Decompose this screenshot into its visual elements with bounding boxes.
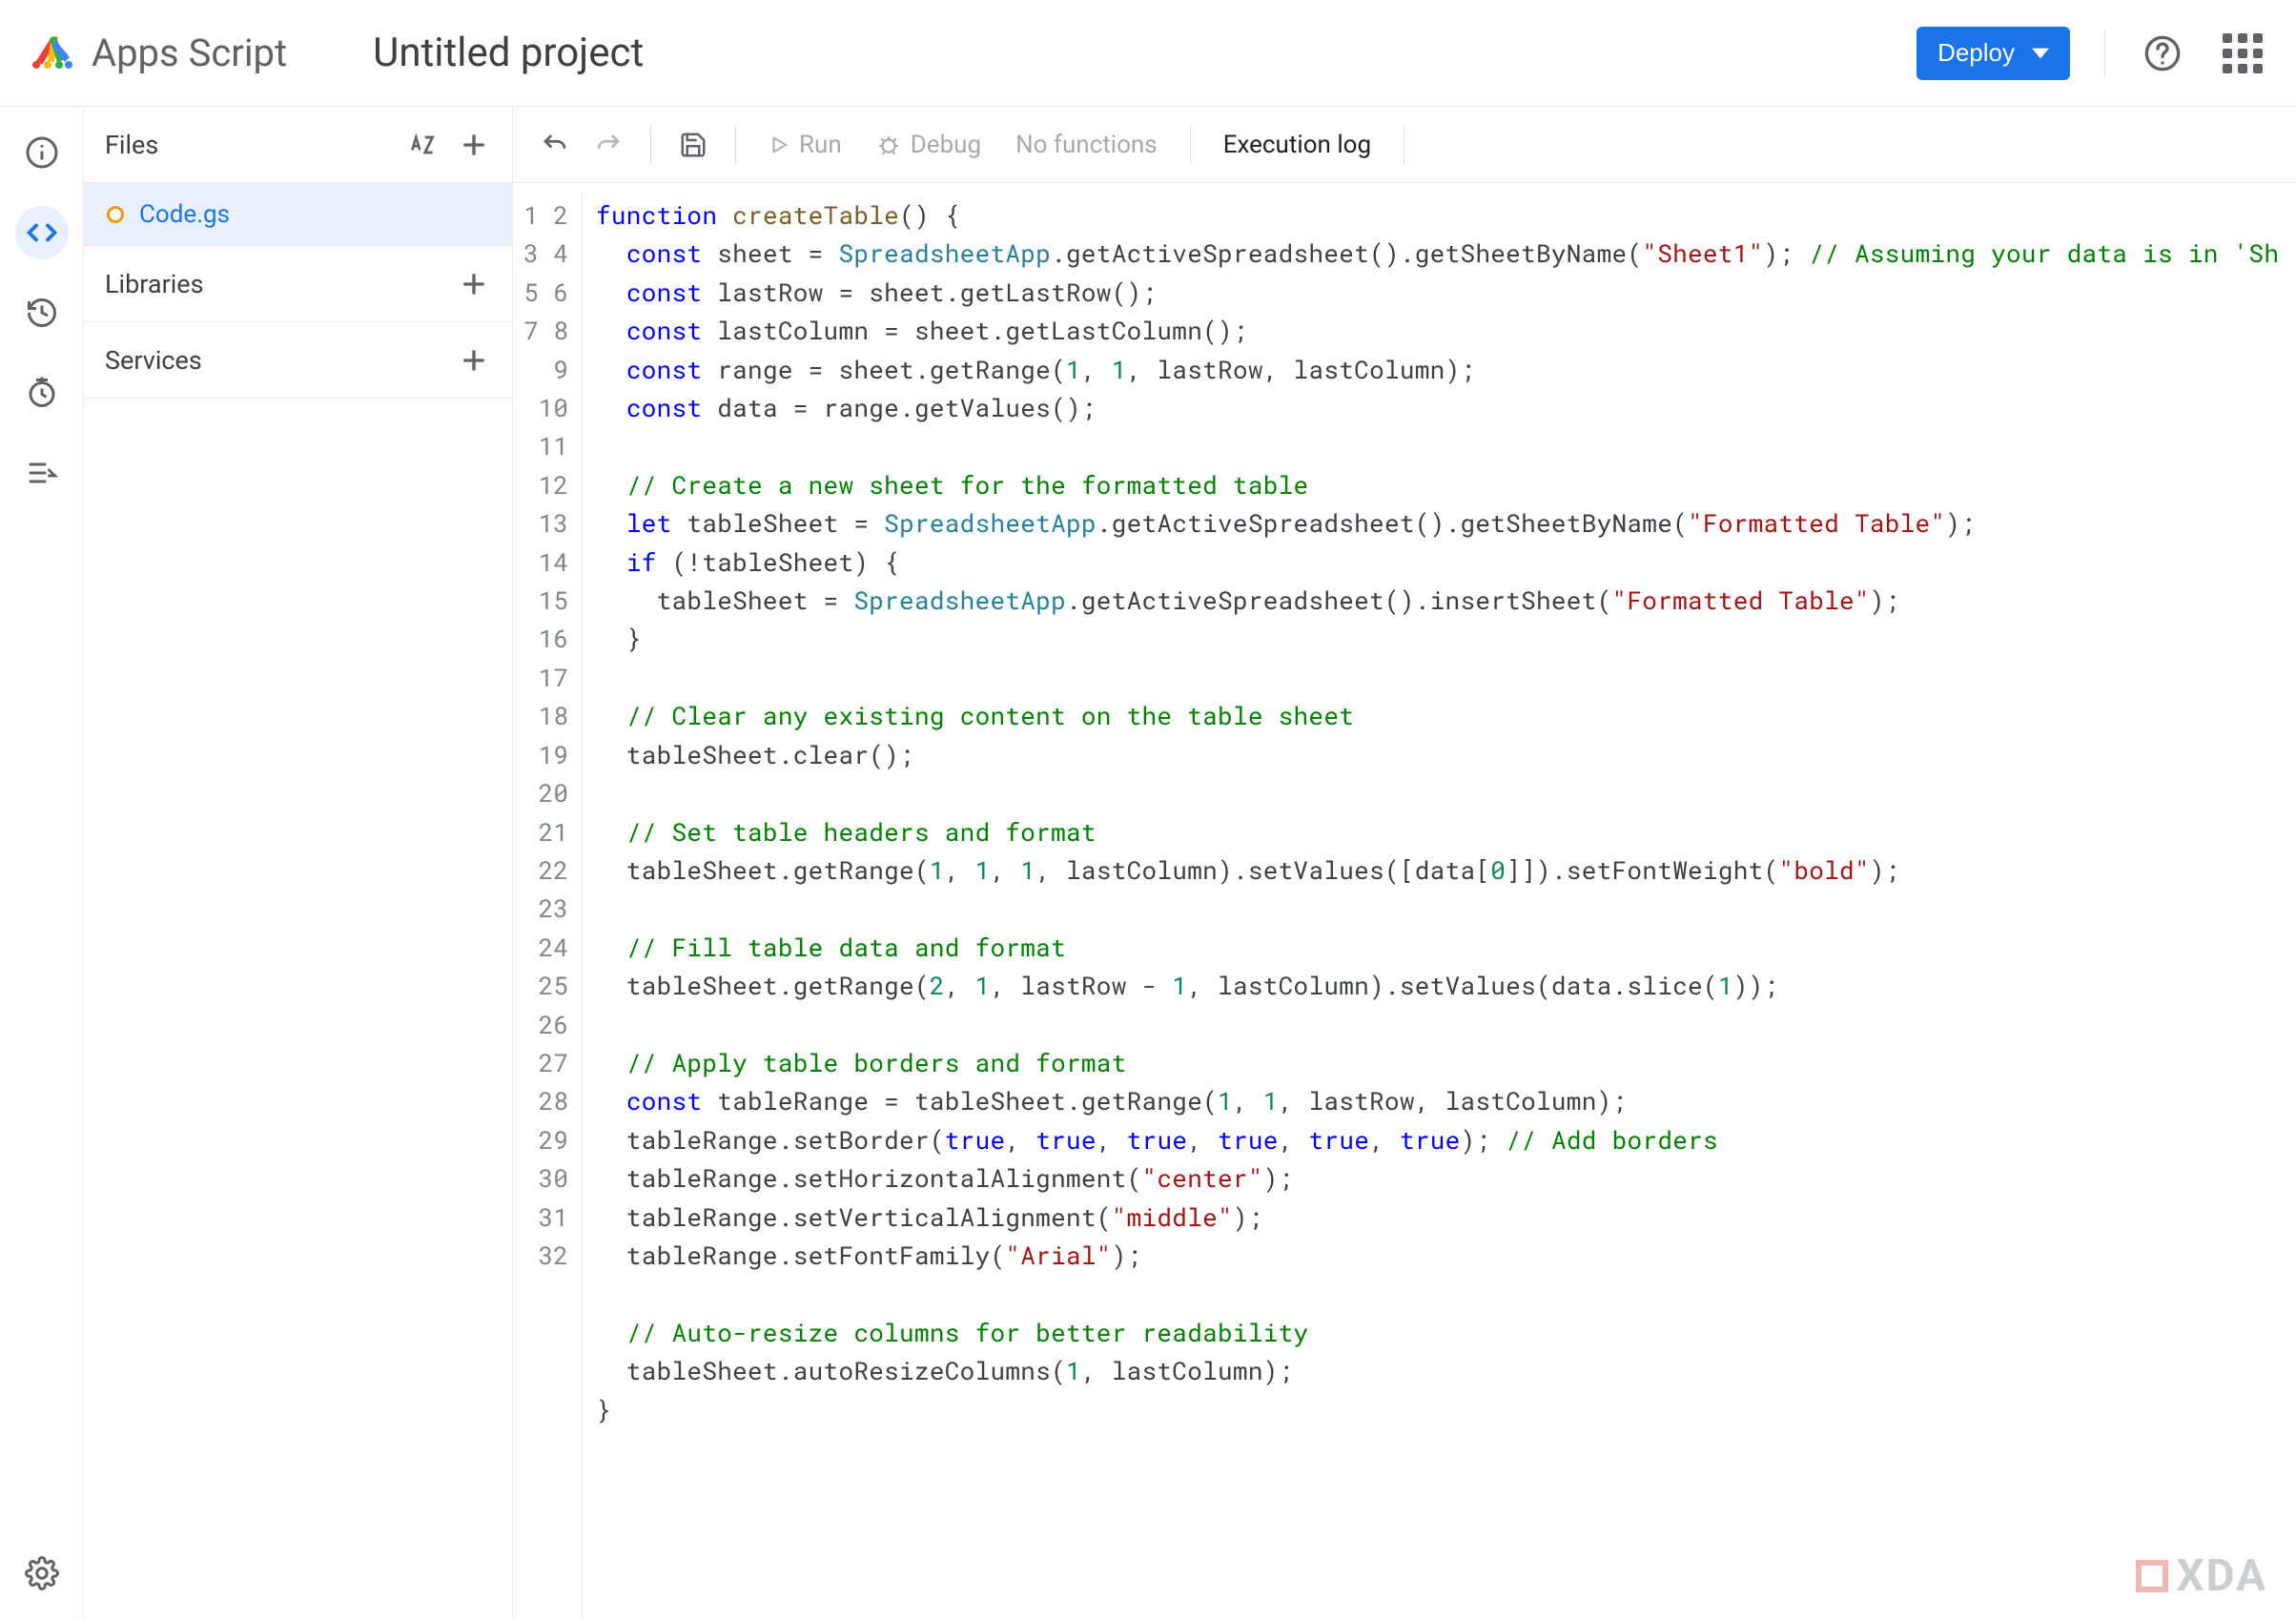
- add-service-button[interactable]: [457, 343, 491, 378]
- deploy-button[interactable]: Deploy: [1917, 27, 2070, 80]
- deploy-label: Deploy: [1937, 38, 2015, 68]
- editor-area: Run Debug No functions Execution log 1 2…: [513, 107, 2296, 1619]
- executions-icon: [25, 456, 59, 490]
- logo-block: Apps Script: [23, 31, 287, 76]
- libraries-header: Libraries: [84, 246, 512, 322]
- files-panel: Files Code.gs Libraries Servic: [84, 107, 513, 1619]
- play-icon: [769, 134, 789, 155]
- caret-down-icon: [2032, 48, 2049, 59]
- debug-button[interactable]: Debug: [863, 131, 994, 159]
- function-select[interactable]: No functions: [1002, 131, 1171, 159]
- execution-log-button[interactable]: Execution log: [1210, 131, 1384, 159]
- rail-editor[interactable]: [15, 206, 69, 259]
- plus-icon: [459, 269, 489, 299]
- files-header: Files: [84, 107, 512, 183]
- file-item-code-gs[interactable]: Code.gs: [84, 183, 512, 246]
- project-title[interactable]: Untitled project: [373, 30, 644, 76]
- separator: [735, 126, 736, 164]
- product-name: Apps Script: [92, 31, 287, 75]
- redo-button[interactable]: [585, 122, 631, 168]
- files-label: Files: [105, 130, 158, 160]
- workspace: Files Code.gs Libraries Servic: [0, 107, 2296, 1619]
- services-label: Services: [105, 345, 202, 376]
- rail-history[interactable]: [15, 286, 69, 339]
- help-button[interactable]: [2140, 31, 2185, 76]
- app-header: Apps Script Untitled project Deploy: [0, 0, 2296, 107]
- undo-button[interactable]: [532, 122, 578, 168]
- history-icon: [25, 296, 59, 330]
- watermark-icon: [2136, 1560, 2168, 1592]
- plus-icon: [459, 345, 489, 376]
- rail-executions[interactable]: [15, 446, 69, 500]
- watermark-text: XDA: [2176, 1550, 2267, 1602]
- clock-icon: [25, 376, 59, 410]
- rail-overview[interactable]: [15, 126, 69, 179]
- rail-triggers[interactable]: [15, 366, 69, 420]
- undo-icon: [541, 131, 569, 159]
- code-content[interactable]: function createTable() { const sheet = S…: [582, 193, 2296, 1619]
- code-icon: [25, 215, 59, 250]
- rail-settings[interactable]: [15, 1547, 69, 1600]
- apps-grid-icon: [2223, 33, 2263, 73]
- unsaved-dot-icon: [107, 206, 124, 223]
- divider: [2104, 31, 2105, 76]
- file-name: Code.gs: [139, 200, 230, 229]
- header-actions: Deploy: [1917, 27, 2265, 80]
- sort-files-button[interactable]: [405, 128, 440, 162]
- plus-icon: [459, 130, 489, 160]
- save-button[interactable]: [670, 122, 716, 168]
- save-icon: [679, 131, 707, 159]
- code-editor[interactable]: 1 2 3 4 5 6 7 8 9 10 11 12 13 14 15 16 1…: [513, 183, 2296, 1619]
- separator: [1190, 126, 1191, 164]
- separator: [650, 126, 651, 164]
- apps-script-logo-icon: [23, 31, 76, 76]
- services-header: Services: [84, 322, 512, 399]
- line-gutter: 1 2 3 4 5 6 7 8 9 10 11 12 13 14 15 16 1…: [513, 193, 582, 1619]
- gear-icon: [25, 1556, 59, 1590]
- info-icon: [25, 135, 59, 170]
- add-file-button[interactable]: [457, 128, 491, 162]
- watermark: XDA: [2136, 1550, 2267, 1602]
- redo-icon: [594, 131, 623, 159]
- editor-toolbar: Run Debug No functions Execution log: [513, 107, 2296, 183]
- help-icon: [2143, 34, 2182, 72]
- add-library-button[interactable]: [457, 267, 491, 301]
- bug-icon: [876, 133, 901, 157]
- libraries-label: Libraries: [105, 269, 204, 299]
- apps-menu-button[interactable]: [2220, 31, 2265, 76]
- left-rail: [0, 107, 84, 1619]
- sort-az-icon: [407, 130, 438, 160]
- run-button[interactable]: Run: [755, 131, 855, 159]
